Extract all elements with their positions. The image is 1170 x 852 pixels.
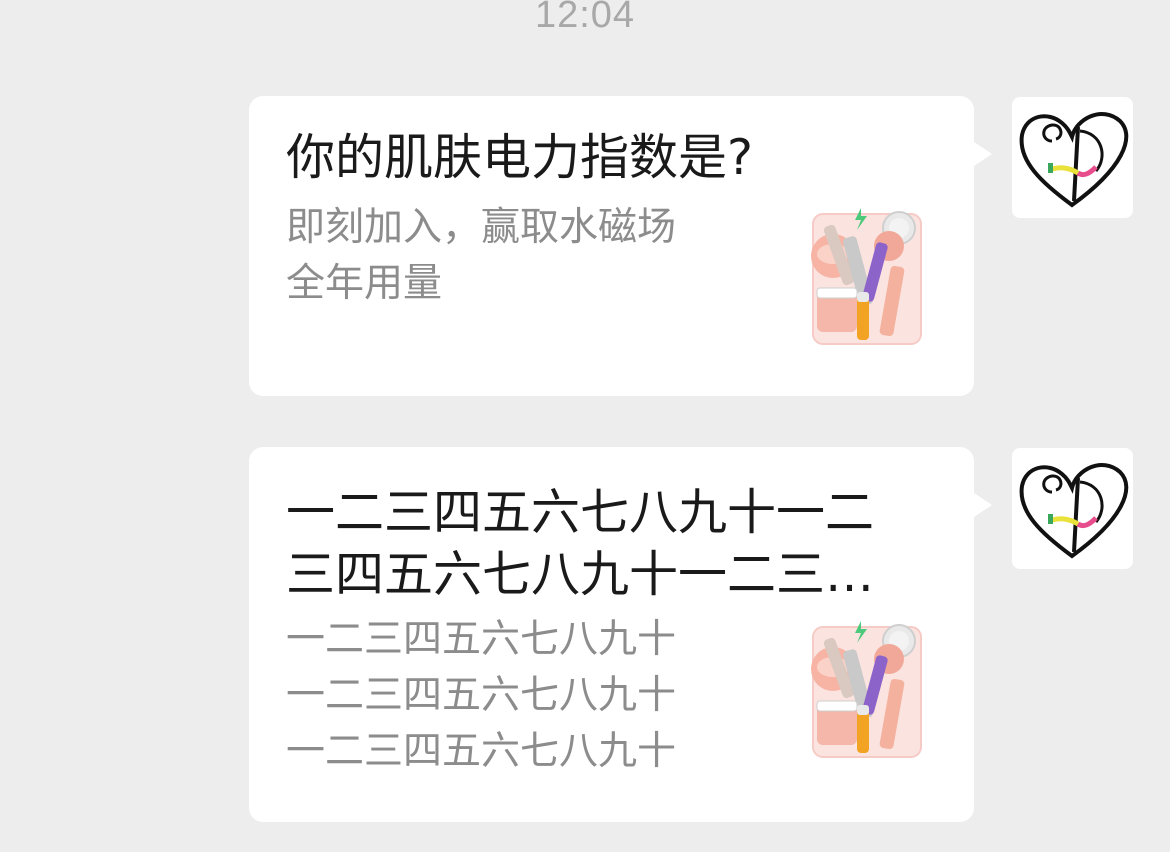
message-timestamp: 12:04: [534, 0, 636, 36]
link-card-message[interactable]: 一二三四五六七八九十一二 三四五六七八九十一二三… 一二三四五六七八九十 一二三…: [249, 447, 992, 822]
chat-screen: 12:04 你的肌肤电力指数是? 即刻加入，赢取水磁场 全年用量 一二三四五六七…: [0, 0, 1170, 852]
card-description: 即刻加入，赢取水磁场 全年用量: [286, 205, 677, 306]
card-title: 一二三四五六七八九十一二 三四五六七八九十一二三…: [286, 484, 875, 603]
link-card-message[interactable]: 你的肌肤电力指数是? 即刻加入，赢取水磁场 全年用量: [249, 96, 992, 396]
heart-logo-avatar[interactable]: [1012, 97, 1133, 218]
skincare-products-thumbnail: [803, 206, 933, 351]
skincare-products-thumbnail: [803, 619, 933, 764]
card-title: 你的肌肤电力指数是?: [286, 129, 754, 186]
heart-logo-avatar[interactable]: [1012, 448, 1133, 569]
card-description: 一二三四五六七八九十 一二三四五六七八九十 一二三四五六七八九十: [286, 617, 677, 774]
